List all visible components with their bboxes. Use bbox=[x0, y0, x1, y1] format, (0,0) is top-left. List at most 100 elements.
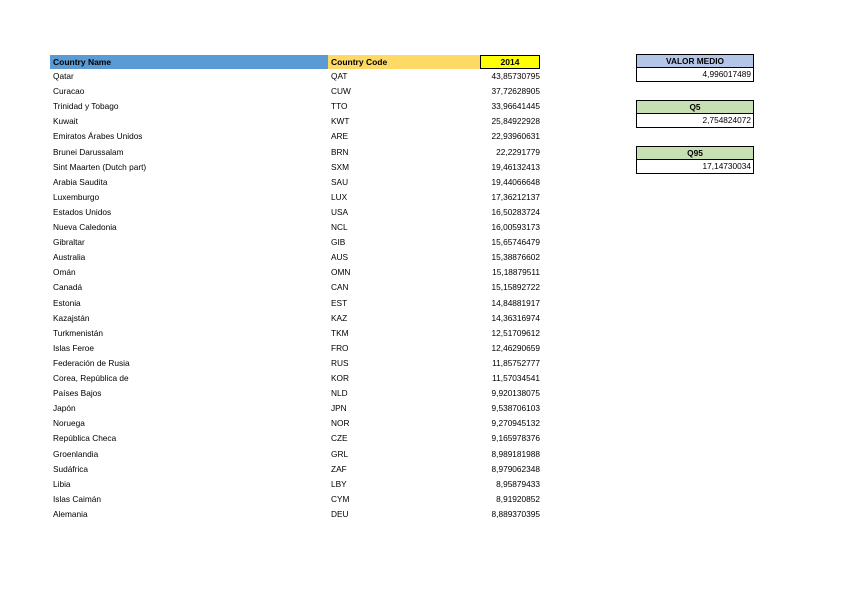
value-cell[interactable]: 16,50283724 bbox=[492, 205, 540, 220]
country-code-cell[interactable]: KWT bbox=[331, 114, 349, 129]
country-name-cell[interactable]: Turkmenistán bbox=[53, 326, 103, 341]
value-cell[interactable]: 12,51709612 bbox=[492, 326, 540, 341]
country-code-cell[interactable]: BRN bbox=[331, 145, 349, 160]
q5-label[interactable]: Q5 bbox=[636, 100, 754, 114]
value-cell[interactable]: 15,65746479 bbox=[492, 235, 540, 250]
country-code-cell[interactable]: LUX bbox=[331, 190, 347, 205]
country-name-cell[interactable]: Trinidad y Tobago bbox=[53, 99, 119, 114]
country-code-cell[interactable]: JPN bbox=[331, 401, 347, 416]
country-code-cell[interactable]: FRO bbox=[331, 341, 349, 356]
country-name-cell[interactable]: Sint Maarten (Dutch part) bbox=[53, 160, 146, 175]
value-cell[interactable]: 8,91920852 bbox=[496, 492, 540, 507]
country-name-cell[interactable]: Países Bajos bbox=[53, 386, 101, 401]
value-cell[interactable]: 11,85752777 bbox=[492, 356, 540, 371]
q95-label[interactable]: Q95 bbox=[636, 146, 754, 160]
country-name-cell[interactable]: Australia bbox=[53, 250, 85, 265]
country-name-cell[interactable]: Nueva Caledonia bbox=[53, 220, 117, 235]
country-code-cell[interactable]: CZE bbox=[331, 431, 348, 446]
country-code-cell[interactable]: TTO bbox=[331, 99, 347, 114]
value-cell[interactable]: 37,72628905 bbox=[492, 84, 540, 99]
value-cell[interactable]: 14,84881917 bbox=[492, 296, 540, 311]
country-name-cell[interactable]: Arabia Saudita bbox=[53, 175, 107, 190]
country-code-cell[interactable]: NLD bbox=[331, 386, 348, 401]
country-code-header[interactable]: Country Code bbox=[328, 55, 480, 69]
mean-value[interactable]: 4,996017489 bbox=[636, 68, 754, 82]
value-cell[interactable]: 15,18879511 bbox=[492, 265, 540, 280]
value-cell[interactable]: 12,46290659 bbox=[492, 341, 540, 356]
country-code-cell[interactable]: OMN bbox=[331, 265, 350, 280]
country-name-cell[interactable]: Sudáfrica bbox=[53, 462, 88, 477]
country-code-cell[interactable]: GIB bbox=[331, 235, 345, 250]
country-name-cell[interactable]: Brunei Darussalam bbox=[53, 145, 124, 160]
country-code-cell[interactable]: CUW bbox=[331, 84, 351, 99]
country-name-cell[interactable]: Canadá bbox=[53, 280, 82, 295]
mean-label[interactable]: VALOR MEDIO bbox=[636, 54, 754, 68]
country-name-cell[interactable]: República Checa bbox=[53, 431, 116, 446]
value-cell[interactable]: 9,920138075 bbox=[492, 386, 540, 401]
country-code-cell[interactable]: GRL bbox=[331, 447, 348, 462]
country-name-cell[interactable]: Emiratos Árabes Unidos bbox=[53, 129, 142, 144]
value-cell[interactable]: 11,57034541 bbox=[492, 371, 540, 386]
year-header[interactable]: 2014 bbox=[480, 55, 540, 69]
country-name-cell[interactable]: Kazajstán bbox=[53, 311, 89, 326]
country-code-cell[interactable]: USA bbox=[331, 205, 348, 220]
country-code-cell[interactable]: KAZ bbox=[331, 311, 347, 326]
country-code-cell[interactable]: CYM bbox=[331, 492, 349, 507]
value-cell[interactable]: 9,165978376 bbox=[492, 431, 540, 446]
country-code-cell[interactable]: LBY bbox=[331, 477, 347, 492]
country-name-cell[interactable]: Japón bbox=[53, 401, 76, 416]
country-name-cell[interactable]: Omán bbox=[53, 265, 76, 280]
country-name-cell[interactable]: Estonia bbox=[53, 296, 81, 311]
country-code-cell[interactable]: ZAF bbox=[331, 462, 347, 477]
country-name-cell[interactable]: Islas Feroe bbox=[53, 341, 94, 356]
table-row: Arabia Saudita SAU 19,44066648 bbox=[50, 175, 545, 190]
country-code-cell[interactable]: CAN bbox=[331, 280, 349, 295]
country-name-cell[interactable]: Kuwait bbox=[53, 114, 78, 129]
value-cell[interactable]: 9,538706103 bbox=[492, 401, 540, 416]
value-cell[interactable]: 8,889370395 bbox=[492, 507, 540, 522]
country-name-cell[interactable]: Groenlandia bbox=[53, 447, 98, 462]
country-code-cell[interactable]: AUS bbox=[331, 250, 348, 265]
country-code-cell[interactable]: EST bbox=[331, 296, 347, 311]
value-cell[interactable]: 15,38876602 bbox=[492, 250, 540, 265]
value-cell[interactable]: 8,979062348 bbox=[492, 462, 540, 477]
value-cell[interactable]: 9,270945132 bbox=[492, 416, 540, 431]
value-cell[interactable]: 15,15892722 bbox=[492, 280, 540, 295]
country-name-cell[interactable]: Estados Unidos bbox=[53, 205, 111, 220]
country-name-header[interactable]: Country Name bbox=[50, 55, 328, 69]
country-code-cell[interactable]: RUS bbox=[331, 356, 349, 371]
value-cell[interactable]: 25,84922928 bbox=[492, 114, 540, 129]
country-name-cell[interactable]: Noruega bbox=[53, 416, 85, 431]
value-cell[interactable]: 33,96641445 bbox=[492, 99, 540, 114]
value-cell[interactable]: 22,2291779 bbox=[496, 145, 540, 160]
country-name-cell[interactable]: Curacao bbox=[53, 84, 84, 99]
country-code-cell[interactable]: TKM bbox=[331, 326, 349, 341]
value-cell[interactable]: 19,44066648 bbox=[492, 175, 540, 190]
value-cell[interactable]: 19,46132413 bbox=[492, 160, 540, 175]
value-cell[interactable]: 22,93960631 bbox=[492, 129, 540, 144]
country-name-cell[interactable]: Gibraltar bbox=[53, 235, 85, 250]
value-cell[interactable]: 8,989181988 bbox=[492, 447, 540, 462]
country-code-cell[interactable]: KOR bbox=[331, 371, 349, 386]
value-cell[interactable]: 17,36212137 bbox=[492, 190, 540, 205]
value-cell[interactable]: 16,00593173 bbox=[492, 220, 540, 235]
value-cell[interactable]: 8,95879433 bbox=[496, 477, 540, 492]
country-name-cell[interactable]: Alemania bbox=[53, 507, 88, 522]
country-code-cell[interactable]: NCL bbox=[331, 220, 348, 235]
q5-value[interactable]: 2,754824072 bbox=[636, 114, 754, 128]
value-cell[interactable]: 43,85730795 bbox=[492, 69, 540, 84]
country-code-cell[interactable]: NOR bbox=[331, 416, 349, 431]
country-name-cell[interactable]: Corea, República de bbox=[53, 371, 129, 386]
country-code-cell[interactable]: SAU bbox=[331, 175, 348, 190]
country-code-cell[interactable]: ARE bbox=[331, 129, 348, 144]
country-code-cell[interactable]: DEU bbox=[331, 507, 349, 522]
country-name-cell[interactable]: Luxemburgo bbox=[53, 190, 99, 205]
country-name-cell[interactable]: Federación de Rusia bbox=[53, 356, 130, 371]
country-code-cell[interactable]: SXM bbox=[331, 160, 349, 175]
q95-value[interactable]: 17,14730034 bbox=[636, 160, 754, 174]
value-cell[interactable]: 14,36316974 bbox=[492, 311, 540, 326]
country-name-cell[interactable]: Libia bbox=[53, 477, 71, 492]
country-name-cell[interactable]: Qatar bbox=[53, 69, 74, 84]
country-code-cell[interactable]: QAT bbox=[331, 69, 347, 84]
country-name-cell[interactable]: Islas Caimán bbox=[53, 492, 101, 507]
